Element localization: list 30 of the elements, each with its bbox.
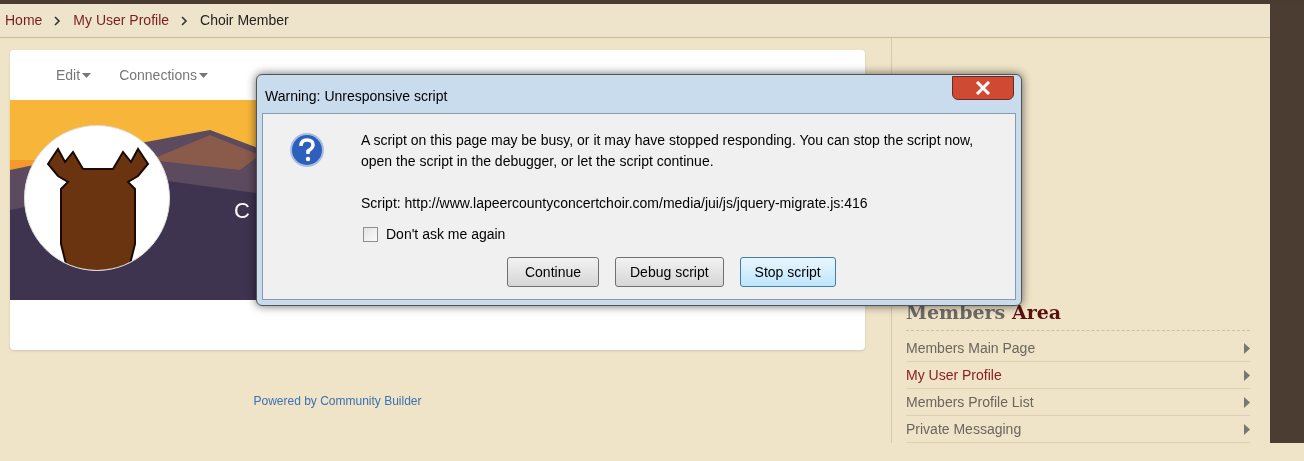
arrow-right-icon bbox=[1244, 342, 1250, 354]
separator-icon bbox=[181, 15, 189, 26]
profile-name: C bbox=[234, 197, 250, 225]
menu-dropdown[interactable]: Edit bbox=[56, 64, 92, 86]
dialog-button[interactable]: Continue bbox=[507, 257, 599, 287]
close-icon bbox=[975, 81, 991, 95]
menu-dropdown[interactable]: Connections bbox=[119, 64, 208, 86]
question-icon bbox=[289, 132, 325, 168]
sidebar-item[interactable]: Members Main Page bbox=[906, 335, 1250, 362]
separator-icon bbox=[54, 15, 62, 26]
checkbox-label: Don't ask me again bbox=[386, 225, 506, 244]
dialog-title: Warning: Unresponsive script bbox=[264, 86, 448, 106]
dialog-message: A script on this page may be busy, or it may have stopped responding. You can stop the script now, open the script in the debugger, or let the script continue. bbox=[361, 131, 975, 171]
script-location: Script: http://www.lapeercountyconcertchoir.com/media/jui/js/jquery-migrate.js:416 bbox=[361, 194, 869, 213]
caret-icon bbox=[198, 72, 208, 78]
sidebar-item[interactable]: Members Profile List bbox=[906, 389, 1250, 416]
breadcrumb-current: Choir Member bbox=[200, 11, 289, 30]
breadcrumb-link[interactable]: Home bbox=[5, 10, 43, 31]
checkbox[interactable] bbox=[363, 227, 378, 242]
sidebar-item[interactable]: Private Messaging bbox=[906, 416, 1250, 443]
footer-link[interactable]: Powered by Community Builder bbox=[253, 392, 422, 410]
dialog-button[interactable]: Debug script bbox=[615, 257, 724, 287]
caret-icon bbox=[82, 72, 92, 78]
breadcrumb-link[interactable]: My User Profile bbox=[73, 10, 170, 31]
close-button[interactable] bbox=[952, 76, 1014, 100]
sidebar-item[interactable]: My User Profile bbox=[906, 362, 1250, 389]
arrow-right-icon bbox=[1244, 423, 1250, 435]
dialog-button[interactable]: Stop script bbox=[739, 257, 836, 287]
arrow-right-icon bbox=[1244, 369, 1250, 381]
arrow-right-icon bbox=[1244, 396, 1250, 408]
